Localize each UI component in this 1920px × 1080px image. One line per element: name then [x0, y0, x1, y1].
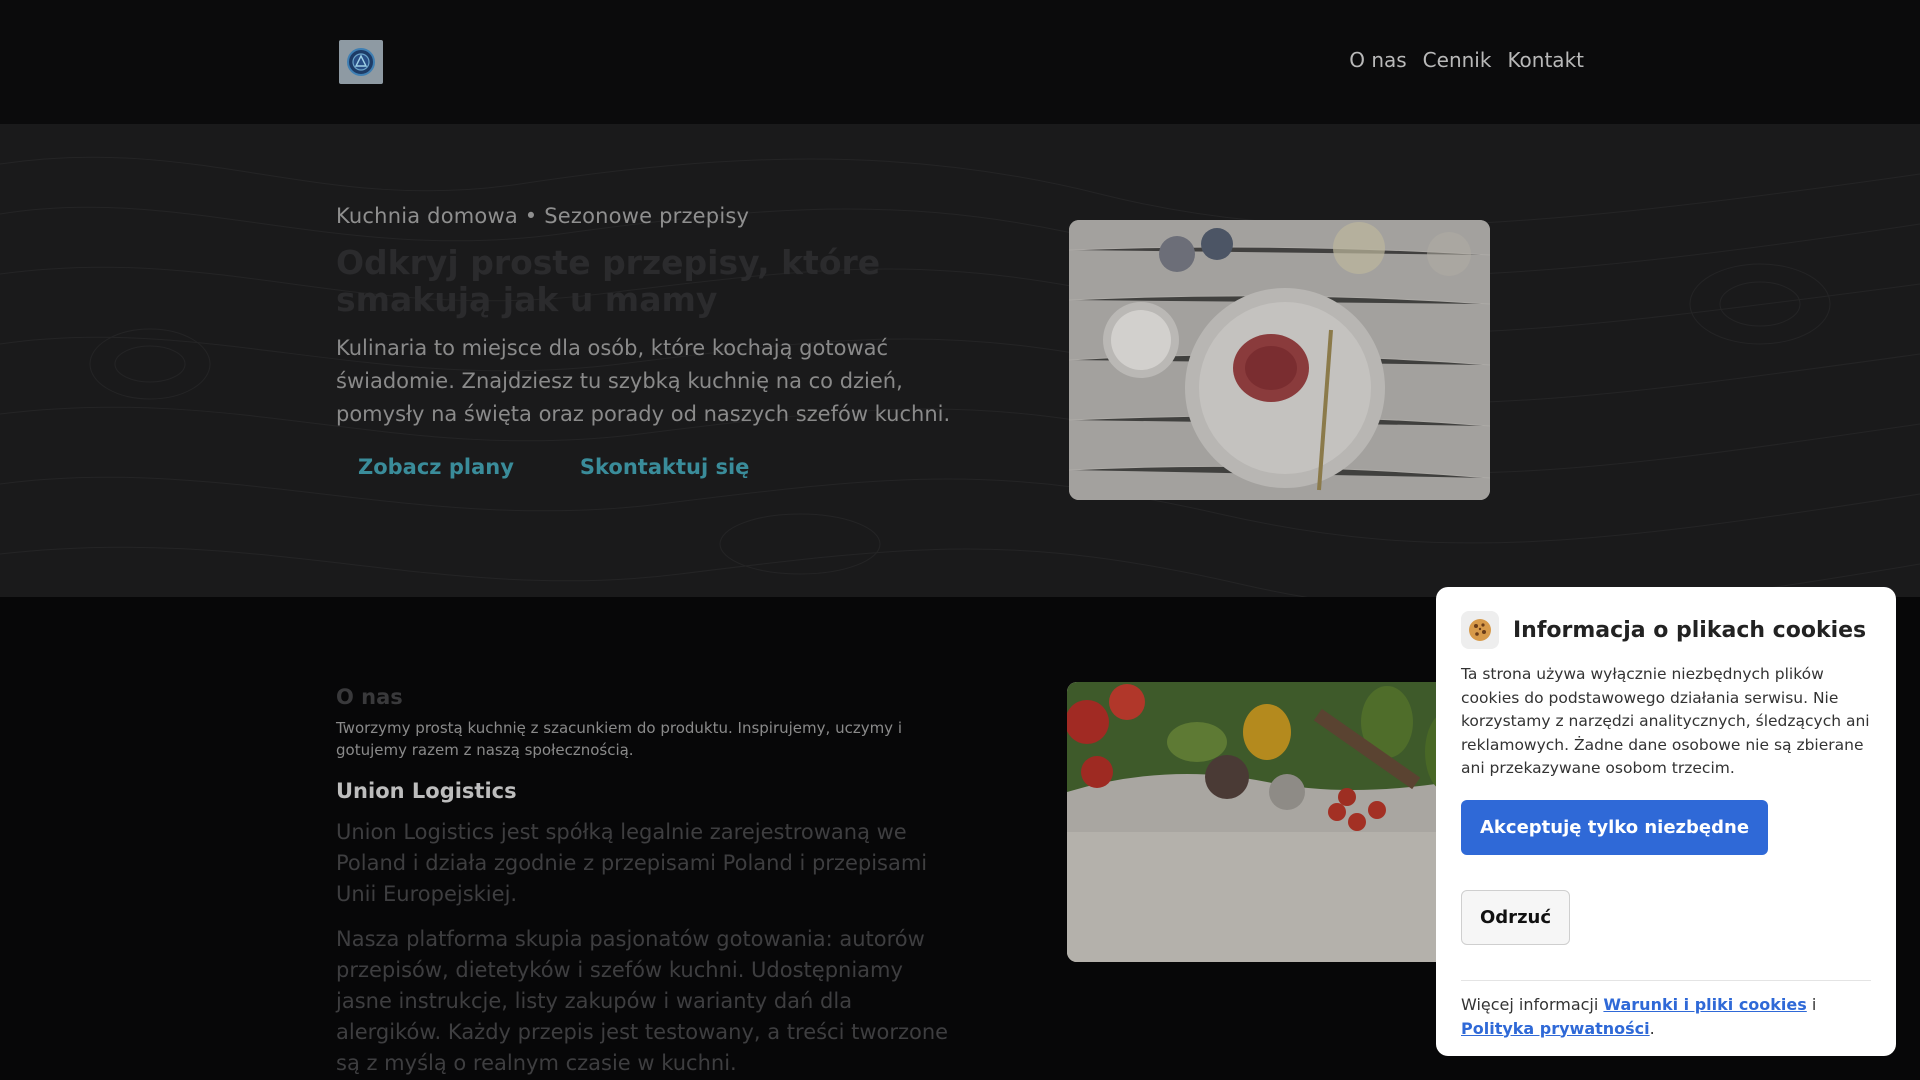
about-heading: O nas: [336, 685, 403, 709]
main-nav: O nas Cennik Kontakt: [1349, 48, 1584, 72]
about-text: O nas Tworzymy prostą kuchnię z szacunki…: [336, 685, 956, 1079]
accept-necessary-button[interactable]: Akceptuję tylko niezbędne: [1461, 799, 1769, 855]
cookie-footer: Więcej informacji Warunki i pliki cookie…: [1461, 993, 1871, 1041]
hero-actions: Zobacz plany Skontaktuj się: [336, 455, 956, 479]
nav-link-contact[interactable]: Kontakt: [1507, 48, 1584, 72]
cookie-icon: [1461, 611, 1499, 649]
about-paragraph-legal: Union Logistics jest spółką legalnie zar…: [336, 820, 928, 906]
site-logo[interactable]: [339, 40, 383, 84]
hero-title: Odkryj proste przepisy, które smakują ja…: [336, 243, 881, 319]
site-header: O nas Cennik Kontakt: [0, 0, 1920, 124]
hero-description: Kulinaria to miejsce dla osób, które koc…: [336, 336, 951, 426]
terms-cookies-link[interactable]: Warunki i pliki cookies: [1603, 995, 1806, 1014]
reject-button[interactable]: Odrzuć: [1461, 889, 1571, 945]
hero-eyebrow: Kuchnia domowa • Sezonowe przepisy: [336, 204, 750, 228]
company-name: Union Logistics: [336, 779, 517, 803]
see-plans-button[interactable]: Zobacz plany: [358, 455, 514, 479]
cookie-consent-dialog: Informacja o plikach cookies Ta strona u…: [1436, 587, 1896, 1056]
logo-icon: [347, 48, 375, 76]
and-label: i: [1811, 994, 1817, 1014]
privacy-policy-link[interactable]: Polityka prywatności: [1461, 1019, 1650, 1038]
cookie-divider: [1461, 979, 1871, 981]
more-info-label: Więcej informacji: [1461, 994, 1599, 1014]
about-lead: Tworzymy prostą kuchnię z szacunkiem do …: [336, 719, 902, 759]
topographic-background-pattern: [0, 156, 1920, 597]
nav-link-about[interactable]: O nas: [1349, 48, 1406, 72]
nav-link-pricing[interactable]: Cennik: [1423, 48, 1492, 72]
hero-food-plate-image: [1069, 220, 1490, 500]
cookie-body: Ta strona używa wyłącznie niezbędnych pl…: [1461, 665, 1870, 777]
hero-text: Kuchnia domowa • Sezonowe przepisy Odkry…: [336, 204, 956, 479]
hero-section: Kuchnia domowa • Sezonowe przepisy Odkry…: [0, 124, 1920, 597]
period-label: .: [1649, 1018, 1655, 1038]
cookie-title: Informacja o plikach cookies: [1513, 617, 1867, 643]
cookie-header: Informacja o plikach cookies: [1461, 611, 1871, 649]
contact-button[interactable]: Skontaktuj się: [580, 455, 750, 479]
about-paragraph-platform: Nasza platforma skupia pasjonatów gotowa…: [336, 927, 949, 1075]
